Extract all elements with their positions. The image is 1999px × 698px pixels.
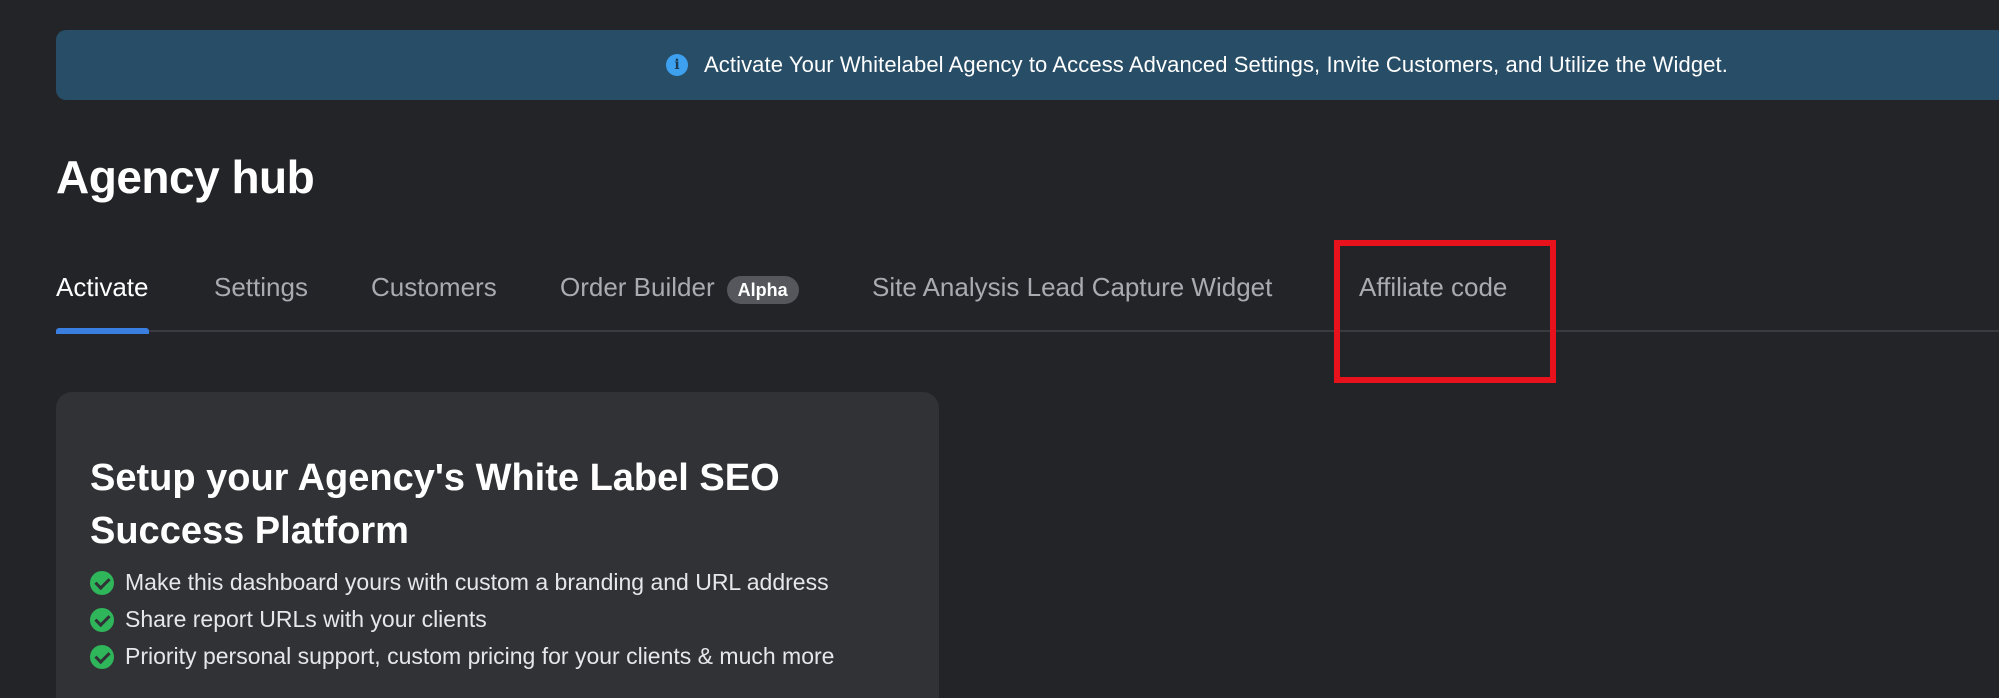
activation-banner: i Activate Your Whitelabel Agency to Acc… <box>56 30 1999 100</box>
tab-activate[interactable]: Activate <box>56 272 149 334</box>
list-item: Share report URLs with your clients <box>90 601 834 638</box>
tab-site-analysis-widget[interactable]: Site Analysis Lead Capture Widget <box>872 272 1272 332</box>
list-item: Priority personal support, custom pricin… <box>90 638 834 675</box>
tab-bar: Activate Settings Customers Order Builde… <box>56 272 1999 334</box>
feature-list: Make this dashboard yours with custom a … <box>90 564 834 675</box>
tab-label: Activate <box>56 272 149 302</box>
list-item: Make this dashboard yours with custom a … <box>90 564 834 601</box>
tab-label: Order Builder <box>560 272 715 302</box>
info-icon: i <box>666 54 688 76</box>
alpha-badge: Alpha <box>726 276 799 304</box>
feature-text: Make this dashboard yours with custom a … <box>125 569 829 595</box>
page-title: Agency hub <box>56 151 315 203</box>
tab-label: Settings <box>214 272 308 302</box>
tab-customers[interactable]: Customers <box>371 272 497 332</box>
check-circle-icon <box>90 607 114 632</box>
check-circle-icon <box>90 570 114 595</box>
agency-hub-page: i Activate Your Whitelabel Agency to Acc… <box>0 0 1999 698</box>
feature-text: Priority personal support, custom pricin… <box>125 643 835 669</box>
check-circle-icon <box>90 644 114 669</box>
tab-order-builder[interactable]: Order Builder Alpha <box>560 272 799 332</box>
tab-settings[interactable]: Settings <box>214 272 308 332</box>
tab-label: Customers <box>371 272 497 302</box>
setup-card: Setup your Agency's White Label SEO Succ… <box>56 392 939 698</box>
banner-message: Activate Your Whitelabel Agency to Acces… <box>704 52 1728 77</box>
card-title: Setup your Agency's White Label SEO Succ… <box>90 457 780 552</box>
tab-label: Site Analysis Lead Capture Widget <box>872 272 1273 302</box>
affiliate-code-highlight <box>1334 240 1556 383</box>
feature-text: Share report URLs with your clients <box>125 606 487 632</box>
